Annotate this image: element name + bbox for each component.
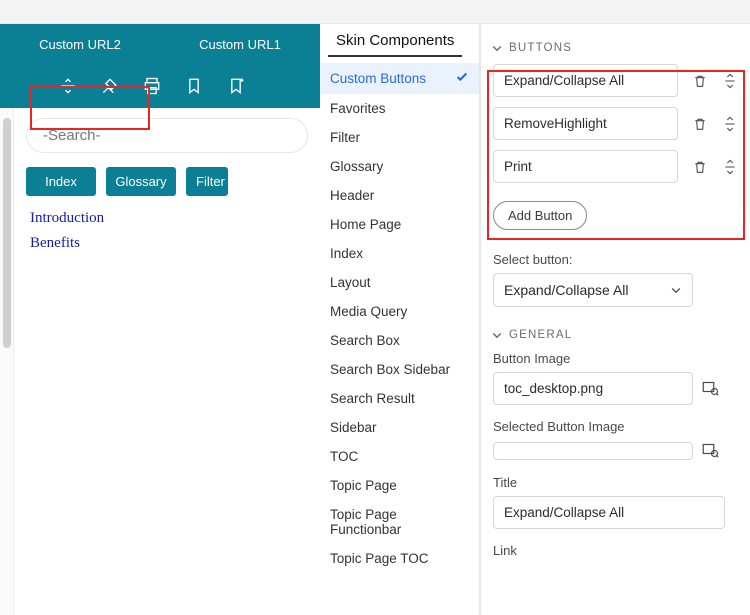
button-name-field[interactable]: RemoveHighlight xyxy=(493,107,678,140)
link-introduction[interactable]: Introduction xyxy=(30,210,308,227)
skin-item-index[interactable]: Index xyxy=(320,239,479,268)
buttons-header-label: BUTTONS xyxy=(509,42,572,54)
tab-custom-url2[interactable]: Custom URL2 xyxy=(0,27,160,62)
delete-icon[interactable] xyxy=(692,116,708,132)
remove-highlight-icon[interactable] xyxy=(100,76,120,96)
selected-image-input[interactable] xyxy=(493,442,693,460)
chevron-down-icon xyxy=(491,42,503,54)
skin-components-panel: Skin Components Custom ButtonsFavoritesF… xyxy=(320,24,480,615)
bookmark-icon[interactable] xyxy=(184,76,204,96)
button-image-label: Button Image xyxy=(493,351,738,366)
custom-buttons-list: Expand/Collapse All RemoveHighlight Print xyxy=(493,64,738,183)
preview-content: -Search- Index Glossary Filter Introduct… xyxy=(14,108,320,615)
skin-item-topic-page[interactable]: Topic Page xyxy=(320,471,479,500)
general-header-label: GENERAL xyxy=(509,329,572,341)
browse-image-button[interactable] xyxy=(701,378,719,399)
check-icon xyxy=(455,70,469,87)
skin-item-custom-buttons[interactable]: Custom Buttons xyxy=(320,63,479,94)
button-image-input[interactable]: toc_desktop.png xyxy=(493,372,693,405)
skin-item-search-box-sidebar[interactable]: Search Box Sidebar xyxy=(320,355,479,384)
preview-body: -Search- Index Glossary Filter Introduct… xyxy=(0,108,320,615)
print-icon[interactable] xyxy=(142,76,162,96)
nav-index-button[interactable]: Index xyxy=(26,167,96,196)
skin-components-list: Custom ButtonsFavoritesFilterGlossaryHea… xyxy=(320,63,479,573)
nav-glossary-button[interactable]: Glossary xyxy=(106,167,176,196)
preview-header: Custom URL2 Custom URL1 xyxy=(0,24,320,108)
select-button-group: Select button: Expand/Collapse All xyxy=(493,252,738,307)
skin-item-media-query[interactable]: Media Query xyxy=(320,297,479,326)
add-button[interactable]: Add Button xyxy=(493,201,587,230)
button-name-field[interactable]: Print xyxy=(493,150,678,183)
tab-custom-url1[interactable]: Custom URL1 xyxy=(160,27,320,62)
title-label: Title xyxy=(493,475,738,490)
skin-item-favorites[interactable]: Favorites xyxy=(320,94,479,123)
skin-item-search-result[interactable]: Search Result xyxy=(320,384,479,413)
preview-iconbar xyxy=(0,64,320,108)
title-input[interactable]: Expand/Collapse All xyxy=(493,496,725,529)
skin-item-glossary[interactable]: Glossary xyxy=(320,152,479,181)
link-benefits[interactable]: Benefits xyxy=(30,235,308,252)
select-button-value: Expand/Collapse All xyxy=(504,282,629,298)
button-row: Expand/Collapse All xyxy=(493,64,738,97)
selected-image-label: Selected Button Image xyxy=(493,419,738,434)
button-row: Print xyxy=(493,150,738,183)
skin-item-layout[interactable]: Layout xyxy=(320,268,479,297)
reorder-icon[interactable] xyxy=(722,116,738,132)
search-input[interactable]: -Search- xyxy=(26,118,308,153)
reorder-icon[interactable] xyxy=(722,73,738,89)
skin-item-home-page[interactable]: Home Page xyxy=(320,210,479,239)
select-button-dropdown[interactable]: Expand/Collapse All xyxy=(493,273,693,307)
preview-panel: Custom URL2 Custom URL1 xyxy=(0,24,320,615)
expand-collapse-icon[interactable] xyxy=(58,76,78,96)
delete-icon[interactable] xyxy=(692,73,708,89)
preview-tabs: Custom URL2 Custom URL1 xyxy=(0,24,320,64)
properties-panel: BUTTONS Expand/Collapse All RemoveHighlig… xyxy=(480,24,750,615)
skin-item-topic-page-toc[interactable]: Topic Page TOC xyxy=(320,544,479,573)
skin-item-header[interactable]: Header xyxy=(320,181,479,210)
reorder-icon[interactable] xyxy=(722,159,738,175)
chevron-down-icon xyxy=(670,284,682,296)
skin-item-filter[interactable]: Filter xyxy=(320,123,479,152)
buttons-section-header[interactable]: BUTTONS xyxy=(491,42,738,54)
delete-icon[interactable] xyxy=(692,159,708,175)
nav-filter-button[interactable]: Filter xyxy=(186,167,228,196)
select-button-label: Select button: xyxy=(493,252,738,267)
browse-selected-image-button[interactable] xyxy=(701,440,719,461)
link-label: Link xyxy=(493,543,738,558)
general-section-header[interactable]: GENERAL xyxy=(491,329,738,341)
chevron-down-icon xyxy=(491,329,503,341)
skin-components-title: Skin Components xyxy=(328,24,462,57)
button-row: RemoveHighlight xyxy=(493,107,738,140)
skin-item-toc[interactable]: TOC xyxy=(320,442,479,471)
button-name-field[interactable]: Expand/Collapse All xyxy=(493,64,678,97)
preview-scrollbar[interactable] xyxy=(0,108,14,615)
app-root: Custom URL2 Custom URL1 xyxy=(0,0,750,615)
skin-item-sidebar[interactable]: Sidebar xyxy=(320,413,479,442)
nav-button-row: Index Glossary Filter xyxy=(26,167,308,196)
window-strip xyxy=(0,0,750,24)
skin-item-topic-page-functionbar[interactable]: Topic Page Functionbar xyxy=(320,500,479,544)
toc-links: Introduction Benefits xyxy=(26,210,308,252)
add-bookmark-icon[interactable] xyxy=(226,76,246,96)
skin-item-search-box[interactable]: Search Box xyxy=(320,326,479,355)
